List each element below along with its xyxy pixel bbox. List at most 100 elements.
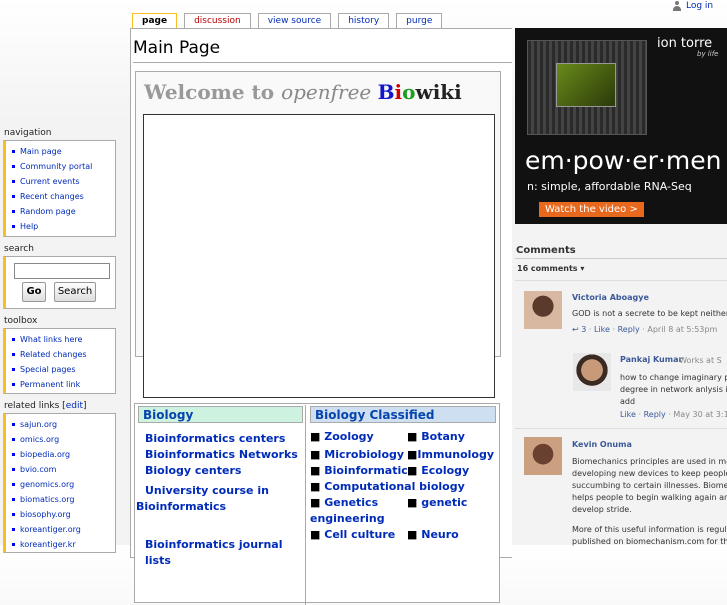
nav-current-events[interactable]: Current events <box>10 174 115 189</box>
comment-text: GOD is not a secrete to be kept neither … <box>572 309 727 318</box>
bullet-square: ■ <box>310 528 321 541</box>
comment-text: develop stride. <box>572 505 632 514</box>
related-link[interactable]: omics.org <box>10 432 115 447</box>
link-microbiology[interactable]: Microbiology <box>324 448 404 461</box>
nav-main-page[interactable]: Main page <box>10 144 115 159</box>
ad-subheadline: n: simple, affordable RNA-Seq <box>527 180 692 193</box>
user-icon <box>672 1 682 11</box>
related-link[interactable]: biopedia.org <box>10 447 115 462</box>
link-journal-lists[interactable]: Bioinformatics journal lists <box>136 537 305 569</box>
link-genetics[interactable]: Genetics <box>324 496 378 509</box>
nav-recent-changes[interactable]: Recent changes <box>10 189 115 204</box>
comment-text: how to change imaginary pa <box>620 373 727 382</box>
related-link[interactable]: koreantiger.org <box>10 522 115 537</box>
like-link[interactable]: Like <box>620 410 636 419</box>
related-link[interactable]: sajun.org <box>10 417 115 432</box>
search-button[interactable]: Search <box>54 282 96 302</box>
avatar[interactable] <box>573 353 611 391</box>
search-portlet: Go Search <box>3 256 116 309</box>
toolbox-heading: toolbox <box>4 316 38 326</box>
ad-headline: em·pow·er·men <box>525 146 722 175</box>
link-computational-biology[interactable]: Computational biology <box>324 480 465 493</box>
tab-history[interactable]: history <box>338 13 390 28</box>
comment-actions: Like · Reply · May 30 at 3:1 <box>620 410 727 419</box>
link-zoology[interactable]: Zoology <box>324 430 373 443</box>
toolbox-related-changes[interactable]: Related changes <box>10 347 115 362</box>
navigation-portlet: Main page Community portal Current event… <box>3 140 116 237</box>
commenter-name[interactable]: Kevin Onuma <box>572 440 632 449</box>
biology-heading[interactable]: Biology <box>138 406 303 423</box>
related-links-title: related links [ <box>4 401 66 411</box>
nav-community-portal[interactable]: Community portal <box>10 159 115 174</box>
link-university-course[interactable]: University course in <box>136 483 305 499</box>
link-immunology[interactable]: Immunology <box>417 448 494 461</box>
reply-link[interactable]: Reply <box>618 325 640 334</box>
avatar[interactable] <box>524 437 562 475</box>
comment-item: Victoria Aboagye GOD is not a secrete to… <box>515 290 727 350</box>
biology-classified-heading[interactable]: Biology Classified <box>310 406 496 423</box>
link-bioinformatics-centers[interactable]: Bioinformatics centers <box>136 431 305 447</box>
related-link[interactable]: biomatics.org <box>10 492 115 507</box>
comment-text: helps people to begin walking again and <box>572 493 727 502</box>
toolbox-permanent-link[interactable]: Permanent link <box>10 377 115 392</box>
go-button[interactable]: Go <box>22 282 46 302</box>
welcome-rest: wiki <box>415 80 462 104</box>
link-biology-centers[interactable]: Biology centers <box>136 463 305 479</box>
like-link[interactable]: Like <box>594 325 610 334</box>
tab-discussion[interactable]: discussion <box>184 13 251 28</box>
comment-item: Kevin Onuma Biomechanics principles are … <box>515 428 727 546</box>
link-university-course-cont[interactable]: Bioinformatics <box>136 499 305 515</box>
tab-page[interactable]: page <box>132 13 178 29</box>
commenter-name[interactable]: Victoria Aboagye <box>572 293 649 302</box>
link-engineering[interactable]: engineering <box>310 511 385 527</box>
related-links-edit-link[interactable]: edit <box>66 401 83 411</box>
related-link[interactable]: bvio.com <box>10 462 115 477</box>
nav-random-page[interactable]: Random page <box>10 204 115 219</box>
reply-link[interactable]: Reply <box>644 410 666 419</box>
embedded-frame[interactable] <box>143 114 495 398</box>
link-bioinformatics[interactable]: Bioinformatics <box>324 464 414 477</box>
welcome-prefix: Welcome to <box>144 80 282 104</box>
commenter-works: · Works at S <box>674 356 722 365</box>
content-area: Main Page Welcome to openfree Biowiki Bi… <box>130 28 512 605</box>
bullet-square: ■ <box>310 464 321 477</box>
related-link[interactable]: biosophy.org <box>10 507 115 522</box>
tab-purge[interactable]: purge <box>396 13 443 28</box>
nav-help[interactable]: Help <box>10 219 115 234</box>
toolbox-portlet: What links here Related changes Special … <box>3 328 116 394</box>
bullet-square: ■ <box>310 430 321 443</box>
link-botany[interactable]: Botany <box>421 430 465 443</box>
comments-count-dropdown[interactable]: 16 comments ▾ <box>517 264 584 273</box>
biology-classified-column: Biology Classified ■ Zoology ■ Botany ■ M… <box>308 405 498 605</box>
toolbox-special-pages[interactable]: Special pages <box>10 362 115 377</box>
welcome-letter-i: i <box>394 80 403 104</box>
welcome-heading: Welcome to openfree Biowiki <box>144 80 462 104</box>
ad-tagline: by life <box>697 50 719 58</box>
tab-view-source[interactable]: view source <box>257 13 332 28</box>
login-link[interactable]: Log in <box>686 1 713 11</box>
link-genetic[interactable]: genetic <box>421 496 467 509</box>
avatar[interactable] <box>524 291 562 329</box>
related-links-portlet: sajun.org omics.org biopedia.org bvio.co… <box>3 413 116 553</box>
welcome-letter-b: B <box>377 80 395 104</box>
search-heading: search <box>4 244 34 254</box>
bullet-square: ■ <box>310 480 321 493</box>
comment-reply-item: Pankaj Kumar · Works at S how to change … <box>515 351 727 426</box>
toolbox-what-links-here[interactable]: What links here <box>10 332 115 347</box>
link-neuro[interactable]: Neuro <box>421 528 458 541</box>
link-bioinformatics-networks[interactable]: Bioinformatics Networks <box>136 447 305 463</box>
content-actions: page discussion view source history purg… <box>132 13 443 29</box>
comment-text: degree in network anlysis in <box>620 385 727 394</box>
comment-text: More of this useful information is regul… <box>572 525 727 534</box>
related-link[interactable]: genomics.org <box>10 477 115 492</box>
search-input[interactable] <box>14 263 110 279</box>
bullet-square: ■ <box>407 464 418 477</box>
watch-video-button[interactable]: Watch the video > <box>539 202 644 217</box>
link-cell-culture[interactable]: Cell culture <box>324 528 395 541</box>
comment-text: Biomechanics principles are used in med <box>572 457 727 466</box>
link-ecology[interactable]: Ecology <box>421 464 469 477</box>
bullet-square: ■ <box>407 430 418 443</box>
advertisement-banner[interactable]: ion torre by life em·pow·er·men n: simpl… <box>515 28 727 224</box>
comment-actions: ↩ 3 · Like · Reply · April 8 at 5:53pm <box>572 325 718 334</box>
comment-text: succumbing to certain illnesses. Biomec <box>572 481 727 490</box>
